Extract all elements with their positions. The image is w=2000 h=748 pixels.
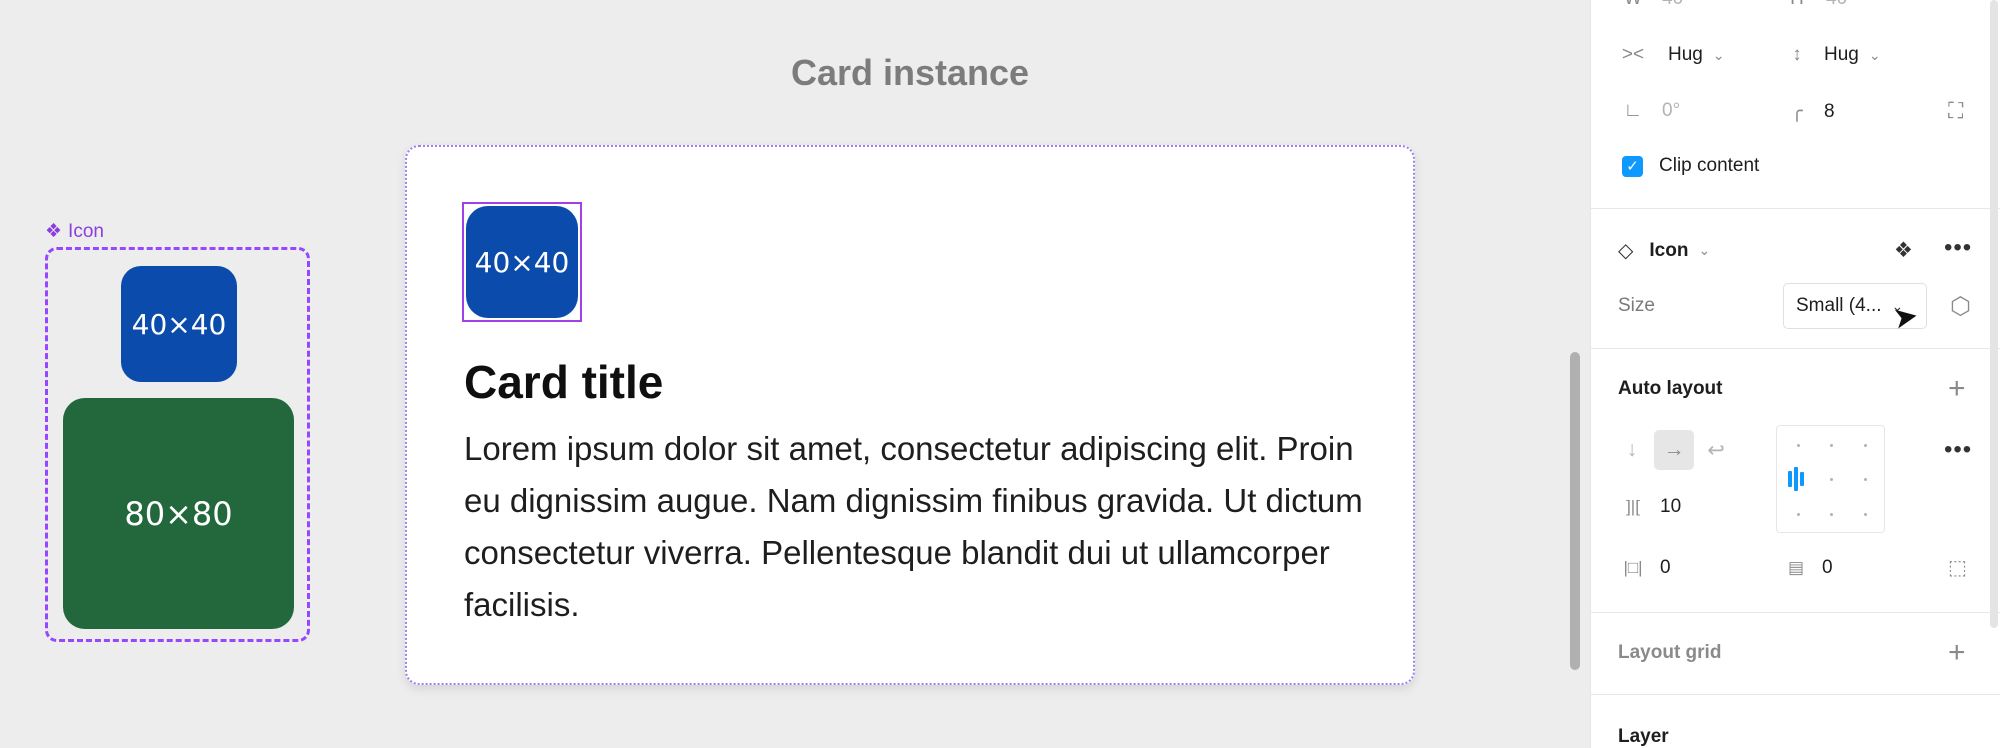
vertical-direction-icon[interactable]: ↓ [1612,430,1652,470]
section-divider [1590,348,2000,349]
individual-padding-button[interactable]: ⬚ [1948,555,1967,580]
vertical-resizing-value: Hug [1824,44,1859,65]
section-divider [1590,694,2000,695]
gap-value: 10 [1660,496,1682,517]
vertical-padding-icon: ▤ [1787,558,1805,577]
size-property-label: Size [1618,295,1655,316]
horizontal-padding-value: 0 [1660,557,1671,578]
auto-layout-more-options-icon[interactable]: ••• [1944,436,1972,464]
design-canvas[interactable]: Card instance ❖ Icon 40×40 80×80 40×40 C… [0,0,1590,748]
horizontal-resizing-icon: >< [1621,44,1645,65]
instance-more-options-icon[interactable]: ••• [1944,234,1972,262]
corner-radius-icon: ╭ [1791,101,1803,122]
component-set[interactable]: 40×40 80×80 [45,247,310,642]
height-field[interactable]: H 40 [1786,0,1847,10]
section-divider [1590,208,2000,209]
main-component-icon: ❖ [1894,239,1913,262]
width-field[interactable]: W 40 [1622,0,1683,10]
rotation-field[interactable]: ∟ 0° [1622,100,1680,122]
horizontal-resizing-dropdown[interactable]: >< Hug ⌄ [1618,44,1725,66]
expand-corners-icon: ⛶ [1948,98,1964,123]
card-instance[interactable]: 40×40 Card title Lorem ipsum dolor sit a… [405,145,1415,685]
vertical-resizing-icon: ↕ [1792,44,1802,65]
card-body-text[interactable]: Lorem ipsum dolor sit amet, consectetur … [464,423,1364,631]
clip-content-label: Clip content [1659,155,1760,176]
variant-large[interactable]: 80×80 [63,398,294,629]
gap-icon: ]|[ [1626,497,1640,516]
align-left-center-icon[interactable] [1782,465,1810,493]
section-divider [1590,612,2000,613]
canvas-scrollbar[interactable] [1570,352,1580,670]
chevron-down-icon: ⌄ [1868,46,1881,63]
horizontal-padding-icon: |□| [1623,558,1643,577]
component-icon: ❖ [45,221,63,242]
independent-corners-button[interactable]: ⛶ [1948,98,1963,124]
alignment-grid[interactable] [1776,425,1885,533]
vertical-resizing-dropdown[interactable]: ↕ Hug ⌄ [1786,44,1881,66]
wrap-direction-icon[interactable]: ↩ [1696,430,1736,470]
width-label: W [1622,0,1644,10]
add-layout-grid-icon[interactable]: + [1948,638,1966,668]
instance-component-name: Icon [1649,239,1689,261]
rotation-value: 0° [1662,100,1681,121]
clip-content-checkbox[interactable]: ✓ [1622,155,1643,177]
gap-field[interactable]: ]|[ 10 [1618,496,1681,518]
instance-component-dropdown[interactable]: ◇ Icon ⌄ [1618,238,1710,263]
instance-diamond-icon: ◇ [1618,240,1634,262]
individual-padding-icon: ⬚ [1948,557,1967,579]
layout-grid-title: Layout grid [1618,642,1722,663]
frame-heading: Card instance [790,52,1030,93]
component-set-name: Icon [68,220,104,242]
vertical-padding-value: 0 [1822,557,1833,578]
layer-title: Layer [1618,726,1669,747]
rotation-icon: ∟ [1623,100,1643,121]
instance-property-settings-button[interactable]: ⬡ [1950,292,1971,321]
vertical-padding-field[interactable]: ▤ 0 [1784,557,1833,579]
layout-direction-group: ↓ → ↩ [1612,430,1736,470]
card-icon[interactable]: 40×40 [466,206,578,318]
go-to-main-component-button[interactable]: ❖ [1894,238,1913,263]
height-value: 40 [1826,0,1847,10]
corner-radius-field[interactable]: ╭ 8 [1786,100,1835,123]
variant-small[interactable]: 40×40 [121,266,237,382]
corner-radius-value: 8 [1824,100,1835,122]
horizontal-padding-field[interactable]: |□| 0 [1618,557,1671,579]
horizontal-resizing-value: Hug [1668,44,1703,65]
chevron-down-icon: ⌄ [1712,46,1725,63]
auto-layout-title: Auto layout [1618,378,1723,399]
component-set-label[interactable]: ❖ Icon [45,220,104,243]
horizontal-direction-icon[interactable]: → [1654,430,1694,470]
panel-scrollbar[interactable] [1990,0,1998,628]
card-title[interactable]: Card title [464,355,663,409]
width-value: 40 [1662,0,1683,10]
height-label: H [1786,0,1808,10]
hexagon-settings-icon: ⬡ [1950,293,1971,320]
chevron-down-icon: ⌄ [1698,242,1711,258]
clip-content-toggle[interactable]: ✓ Clip content [1622,155,1759,177]
size-property-value: Small (4... [1796,295,1882,316]
add-auto-layout-icon[interactable]: + [1948,374,1966,404]
selected-icon-instance[interactable]: 40×40 [462,202,582,322]
